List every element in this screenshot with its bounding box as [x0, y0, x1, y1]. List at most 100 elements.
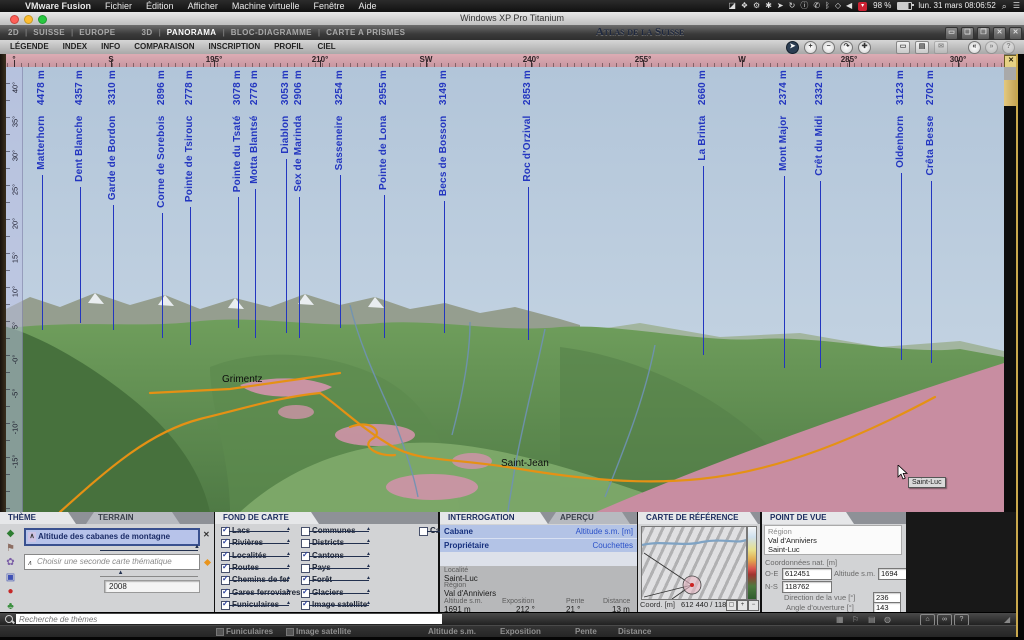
- layer-transparency-slider[interactable]: ▲: [309, 568, 369, 569]
- close-pane-button[interactable]: ✕: [1009, 27, 1022, 40]
- year-slider[interactable]: ▲: [100, 576, 198, 577]
- help-round-button[interactable]: ?: [1002, 41, 1015, 54]
- resize-grip-icon[interactable]: ◢: [1004, 615, 1010, 624]
- mode-tab-panorama[interactable]: PANORAMA: [167, 25, 217, 40]
- fan-icon[interactable]: ✱: [765, 0, 772, 12]
- menubar-item-3[interactable]: Afficher: [181, 1, 225, 11]
- back-button[interactable]: «: [968, 41, 981, 54]
- tab-interrogation[interactable]: INTERROGATION: [440, 512, 548, 524]
- sync-icon[interactable]: ↻: [789, 0, 796, 12]
- frame-button[interactable]: ▢: [726, 600, 737, 611]
- menu-tab-l-gende[interactable]: LÉGENDE: [10, 40, 49, 54]
- mode-tab-bloc-diagramme[interactable]: BLOC-DIAGRAMME: [231, 25, 312, 40]
- move-view-button[interactable]: ✚: [858, 41, 871, 54]
- fullscreen-button[interactable]: ❐: [977, 27, 990, 40]
- vm-window-titlebar[interactable]: Windows XP Pro Titanium: [0, 12, 1024, 26]
- zoom-in-button[interactable]: +: [804, 41, 817, 54]
- query-row-proprietaire[interactable]: Propriétaire Couchettes: [440, 539, 637, 553]
- ns-field[interactable]: 118762: [782, 581, 832, 593]
- rotate-view-button[interactable]: ↷: [840, 41, 853, 54]
- zoom-in-map-button[interactable]: +: [737, 600, 748, 611]
- layer-transparency-slider[interactable]: ▲: [309, 543, 369, 544]
- layer-transparency-slider[interactable]: ▲: [309, 593, 369, 594]
- notification-center-icon[interactable]: ☰: [1013, 0, 1020, 12]
- bluetooth-icon[interactable]: ᛒ: [825, 0, 830, 12]
- menu-tab-index[interactable]: INDEX: [63, 40, 87, 54]
- menubar-clock[interactable]: lun. 31 mars 08:06:52: [918, 0, 995, 12]
- combo-caret-icon[interactable]: ∧: [27, 557, 32, 571]
- mode-tab-suisse[interactable]: SUISSE: [33, 25, 65, 40]
- tab-terrain[interactable]: TERRAIN: [86, 512, 180, 524]
- selected-theme-box[interactable]: ∧ Altitude des cabanes de montagne: [24, 528, 200, 546]
- remove-theme-icon[interactable]: ✕: [203, 530, 210, 539]
- menu-tab-profil[interactable]: PROFIL: [274, 40, 303, 54]
- airplay-icon[interactable]: ➤: [777, 0, 784, 12]
- theme-icon-grid[interactable]: ▣: [4, 571, 17, 584]
- second-theme-combo[interactable]: ∧ Choisir une seconde carte thématique: [24, 554, 200, 570]
- oe-field[interactable]: 612451: [782, 568, 832, 580]
- menu-tab-info[interactable]: INFO: [101, 40, 120, 54]
- vm-status-icon[interactable]: ◪: [728, 0, 736, 12]
- zoom-out-map-button[interactable]: −: [748, 600, 759, 611]
- layer-transparency-slider[interactable]: ▲: [229, 543, 289, 544]
- vmware-menu-icon[interactable]: ▾: [858, 2, 867, 11]
- reference-map[interactable]: [641, 526, 747, 600]
- zoom-out-button[interactable]: −: [822, 41, 835, 54]
- layer-transparency-slider[interactable]: ▲: [229, 580, 289, 581]
- airport-icon[interactable]: ◇: [835, 0, 841, 12]
- phone-icon[interactable]: ✆: [813, 0, 820, 12]
- badge-icon[interactable]: ◍: [884, 615, 891, 624]
- panorama-view[interactable]: [0, 67, 1004, 512]
- theme-icon-flag[interactable]: ⚑: [4, 542, 17, 555]
- print-icon[interactable]: ▦: [836, 615, 844, 624]
- measure-button[interactable]: ▭: [896, 41, 910, 54]
- vertical-scrollbar[interactable]: [1004, 67, 1016, 512]
- menu-tab-inscription[interactable]: INSCRIPTION: [209, 40, 261, 54]
- theme-icon-transport[interactable]: ●: [4, 585, 17, 598]
- layer-transparency-slider[interactable]: ▲: [229, 556, 289, 557]
- layers-icon[interactable]: ❖: [741, 0, 748, 12]
- mode-tab-carte-a-prismes[interactable]: CARTE A PRISMES: [326, 25, 405, 40]
- menubar-item-6[interactable]: Aide: [351, 1, 383, 11]
- menubar-item-4[interactable]: Machine virtuelle: [225, 1, 307, 11]
- legend-book-button[interactable]: ▤: [915, 41, 929, 54]
- menu-tab-ciel[interactable]: CIEL: [317, 40, 335, 54]
- year-field[interactable]: 2008: [104, 580, 200, 593]
- search-input[interactable]: [16, 614, 442, 624]
- volume-icon[interactable]: ◀: [846, 0, 852, 12]
- query-row-cabane[interactable]: Cabane Altitude s.m. [m]: [440, 525, 637, 539]
- restore-button[interactable]: ❏: [961, 27, 974, 40]
- menu-tab-comparaison[interactable]: COMPARAISON: [134, 40, 194, 54]
- theme-transparency-slider[interactable]: ▲: [100, 550, 198, 551]
- minimize-button[interactable]: ▭: [945, 27, 958, 40]
- mode-tab-2d[interactable]: 2D: [8, 25, 19, 40]
- scrollbar-thumb[interactable]: [1004, 80, 1016, 106]
- info-icon[interactable]: ⓘ: [800, 0, 808, 12]
- theme-icon-relief[interactable]: ◆: [4, 527, 17, 540]
- layer-transparency-slider[interactable]: ▲: [229, 568, 289, 569]
- pov-alt-field[interactable]: 1694: [878, 568, 908, 580]
- settings-icon[interactable]: ⚙: [753, 0, 760, 12]
- cursor-tool-button[interactable]: ➤: [786, 41, 799, 54]
- menubar-item-0[interactable]: VMware Fusion: [18, 1, 98, 11]
- layer-transparency-slider[interactable]: ▲: [229, 593, 289, 594]
- mode-tab-europe[interactable]: EUROPE: [79, 25, 115, 40]
- layer-transparency-slider[interactable]: ▲: [229, 531, 289, 532]
- menubar-item-5[interactable]: Fenêtre: [306, 1, 351, 11]
- tab-theme[interactable]: THÈME: [0, 512, 76, 524]
- spotlight-icon[interactable]: ⌕: [1002, 0, 1007, 12]
- theme-icon-flower[interactable]: ✿: [4, 556, 17, 569]
- collapse-caret-icon[interactable]: ∧: [28, 532, 36, 542]
- layer-transparency-slider[interactable]: ▲: [309, 605, 369, 606]
- forward-button[interactable]: »: [985, 41, 998, 54]
- layer-transparency-slider[interactable]: ▲: [309, 556, 369, 557]
- menubar-item-1[interactable]: Fichier: [98, 1, 139, 11]
- mail-button[interactable]: ✉: [934, 41, 948, 54]
- menubar-item-2[interactable]: Édition: [139, 1, 181, 11]
- layer-transparency-slider[interactable]: ▲: [229, 605, 289, 606]
- close-button[interactable]: ✕: [993, 27, 1006, 40]
- flag-icon[interactable]: ⚐: [852, 615, 859, 624]
- layer-transparency-slider[interactable]: ▲: [309, 531, 369, 532]
- tab-apercu[interactable]: APERÇU: [548, 512, 630, 524]
- book-icon[interactable]: ▤: [868, 615, 876, 624]
